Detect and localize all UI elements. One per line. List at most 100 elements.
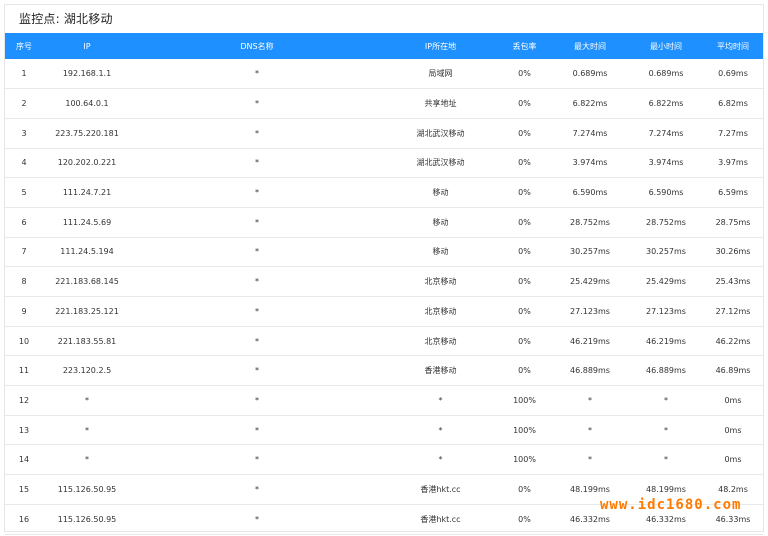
cell-avg-time: 0ms [724,395,742,405]
cell-ip-location: 共享地址 [424,99,457,109]
cell-avg-time: 46.89ms [715,366,751,376]
cell-min-time: 30.257ms [646,247,686,257]
cell-index: 13 [18,425,30,435]
cell-index: 7 [21,247,27,257]
header-col-avg-time: 平均时间 [717,41,749,51]
cell-ip-location: * [438,425,443,435]
cell-avg-time: 6.82ms [718,99,748,109]
cell-min-time: 28.752ms [646,217,686,227]
table-row: 6 111.24.5.69 * 移动 0% 28.752ms 28.752ms 28.75ms [5,207,763,238]
cell-ip: 111.24.7.21 [62,188,112,198]
cell-index: 1 [21,69,27,79]
cell-max-time: * [588,425,592,435]
traceroute-table: 序号 IP DNS名称 IP所在地 丢包率 最大时间 最小时间 平均时间 1 192.168.1… [5,33,763,535]
cell-index: 3 [21,128,27,138]
cell-index: 12 [18,395,30,405]
cell-min-time: 6.822ms [648,99,684,109]
cell-dns-name: * [255,188,259,198]
cell-loss-rate: 0% [518,128,531,138]
cell-dns-name: * [255,514,259,524]
table-row: 13 * * * 100% * * 0ms [5,415,763,445]
cell-max-time: 25.429ms [570,277,610,287]
cell-ip-location: 北京移动 [424,306,457,316]
cell-ip-location: 移动 [432,188,449,198]
header-col-dns-name: DNS名称 [240,41,274,51]
cell-min-time: * [664,455,668,465]
cell-index: 16 [18,514,30,524]
cell-ip: 115.126.50.95 [57,484,117,494]
cell-index: 4 [21,158,27,168]
cell-index: 14 [18,455,30,465]
cell-index: 5 [21,188,27,198]
cell-min-time: 0.689ms [648,69,684,79]
cell-max-time: 6.822ms [572,99,608,109]
cell-loss-rate: 0% [518,69,531,79]
cell-max-time: 6.590ms [572,188,608,198]
header-col-ip-location: IP所在地 [424,41,457,51]
cell-index: 11 [18,366,30,376]
cell-ip-location: 香港移动 [424,366,457,376]
cell-loss-rate: 0% [518,277,531,287]
cell-min-time: 46.889ms [646,366,686,376]
header-col-min-time: 最小时间 [650,41,682,51]
cell-loss-rate: 0% [518,514,531,524]
table-row: 1 192.168.1.1 * 局域网 0% 0.689ms 0.689ms 0.69ms [5,59,763,89]
cell-index: 9 [21,306,27,316]
header-col-max-time: 最大时间 [574,41,606,51]
header-col-ip: IP [83,41,91,51]
watermark-text: www.idc1680.com [600,497,742,513]
cell-max-time: 46.219ms [570,336,610,346]
table-row: 5 111.24.7.21 * 移动 0% 6.590ms 6.590ms 6.59ms [5,178,763,208]
cell-dns-name: * [255,277,259,287]
cell-ip-location: * [438,455,443,465]
cell-ip-location: 湖北武汉移动 [416,158,465,168]
cell-dns-name: * [255,306,259,316]
cell-min-time: 3.974ms [648,158,684,168]
cell-dns-name: * [255,158,259,168]
cell-avg-time: 7.27ms [718,128,748,138]
cell-loss-rate: 0% [518,99,531,109]
cell-dns-name: * [255,128,259,138]
cell-ip-location: * [438,395,443,405]
cell-loss-rate: 0% [518,484,531,494]
cell-ip: 111.24.5.194 [60,247,114,257]
cell-max-time: 30.257ms [570,247,610,257]
table-header-row: 序号 IP DNS名称 IP所在地 丢包率 最大时间 最小时间 平均时间 [5,33,763,59]
cell-dns-name: * [255,425,259,435]
cell-ip: * [85,395,89,405]
table-row: 3 223.75.220.181 * 湖北武汉移动 0% 7.274ms 7.274ms 7.… [5,118,763,149]
cell-max-time: 3.974ms [572,158,608,168]
cell-ip-location: 北京移动 [424,277,457,287]
table-row: 4 120.202.0.221 * 湖北武汉移动 0% 3.974ms 3.974ms 3.9… [5,148,763,178]
cell-ip-location: 湖北武汉移动 [416,128,465,138]
cell-avg-time: 0ms [724,425,742,435]
cell-index: 10 [18,336,30,346]
cell-max-time: 0.689ms [572,69,608,79]
cell-dns-name: * [255,455,259,465]
table-row: 10 221.183.55.81 * 北京移动 0% 46.219ms 46.219ms 46… [5,326,763,356]
table-row: 2 100.64.0.1 * 共享地址 0% 6.822ms 6.822ms 6.82ms [5,89,763,119]
cell-loss-rate: 0% [518,158,531,168]
monitor-panel: 监控点: 湖北移动 序号 IP DNS名称 IP所在地 丢包率 最大时间 最小时间 平均时间 … [4,4,764,535]
cell-loss-rate: 100% [513,395,536,405]
cell-ip: 221.183.25.121 [55,306,119,316]
cell-min-time: 25.429ms [646,277,686,287]
cell-max-time: * [588,395,592,405]
cell-ip: * [85,425,89,435]
cell-ip: 192.168.1.1 [62,69,112,79]
cell-min-time: 46.219ms [646,336,686,346]
cell-ip-location: 香港hkt.cc [420,514,461,524]
header-col-loss-rate: 丢包率 [512,41,537,51]
cell-loss-rate: 0% [518,336,531,346]
cell-loss-rate: 0% [518,306,531,316]
cell-min-time: * [664,425,668,435]
table-row: 8 221.183.68.145 * 北京移动 0% 25.429ms 25.429ms 25… [5,267,763,297]
cell-loss-rate: 0% [518,366,531,376]
monitor-title: 监控点: 湖北移动 [19,12,113,26]
cell-index: 8 [21,277,27,287]
cell-avg-time: 27.12ms [715,306,751,316]
cell-ip-location: 局域网 [428,69,453,79]
cell-dns-name: * [255,336,259,346]
cell-avg-time: 28.75ms [715,217,751,227]
cell-index: 2 [21,99,27,109]
